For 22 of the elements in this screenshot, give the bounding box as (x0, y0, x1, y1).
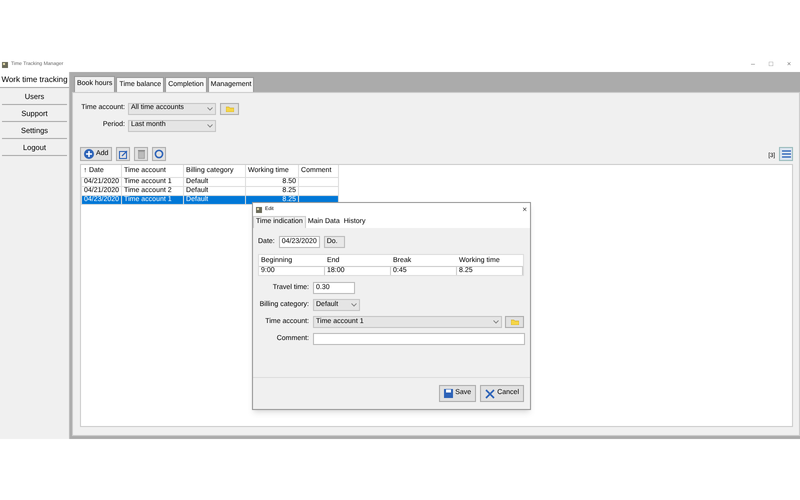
sidebar-item[interactable]: Work time tracking (0, 72, 69, 88)
edit-icon (118, 150, 128, 158)
chevron-down-icon (351, 303, 357, 307)
chevron-down-icon (493, 320, 499, 324)
folder-button[interactable] (505, 316, 524, 328)
folder-icon (510, 319, 518, 325)
close-button[interactable]: × (522, 204, 527, 216)
app-icon (2, 62, 8, 68)
plus-icon (84, 149, 94, 159)
chevron-down-icon (207, 106, 213, 110)
comment-field[interactable] (313, 333, 525, 345)
trash-icon (138, 150, 145, 158)
app-icon (256, 206, 262, 212)
refresh-button[interactable] (152, 147, 166, 161)
folder-button[interactable] (220, 102, 239, 114)
x-icon (485, 388, 496, 398)
chevron-down-icon (207, 124, 213, 128)
folder-icon (226, 106, 234, 112)
menu-button[interactable] (779, 147, 793, 161)
menu-icon (782, 150, 790, 158)
delete-button[interactable] (134, 147, 148, 161)
edit-button[interactable] (116, 147, 130, 161)
